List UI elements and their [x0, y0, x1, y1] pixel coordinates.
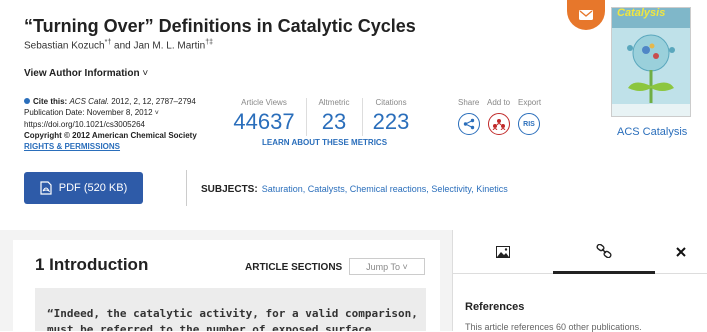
email-alert-button[interactable] — [567, 0, 605, 30]
learn-metrics-link[interactable]: LEARN ABOUT THESE METRICS — [262, 138, 387, 147]
link-icon — [596, 243, 612, 258]
rights-permissions-link[interactable]: RIGHTS & PERMISSIONS — [24, 142, 120, 151]
export-ris-button[interactable]: RIS — [518, 113, 540, 135]
metric-label: Citations — [375, 98, 407, 107]
copyright: Copyright © 2012 American Chemical Socie… — [24, 131, 197, 140]
jump-to-dropdown[interactable]: Jump To ˅ — [349, 258, 425, 275]
pdf-download-button[interactable]: PDF (520 KB) — [24, 172, 143, 204]
citation-block: Cite this: ACS Catal. 2012, 2, 12, 2787–… — [24, 96, 239, 152]
citation-details: 2012, 2, 12, 2787–2794 — [109, 97, 196, 106]
quote-line: must be referred to the number of expose… — [47, 323, 372, 331]
cite-bullet-icon — [24, 98, 30, 104]
share-icon — [463, 118, 475, 130]
email-icon — [579, 10, 593, 20]
subject-link[interactable]: Kinetics — [476, 184, 508, 194]
ris-label: RIS — [523, 120, 535, 128]
metric-divider — [306, 98, 307, 136]
metric-citations[interactable]: Citations 223 — [366, 98, 416, 135]
image-icon — [496, 245, 510, 258]
metric-altmetric[interactable]: Altmetric 23 — [310, 98, 358, 135]
add-to-button[interactable] — [488, 113, 510, 135]
close-panel-button[interactable] — [655, 230, 707, 274]
chevron-down-icon: ˅ — [402, 261, 408, 272]
article-sections-label: ARTICLE SECTIONS — [245, 262, 343, 273]
author-marks: †‡ — [205, 39, 213, 46]
chevron-down-icon: ˅ — [142, 68, 149, 79]
metric-value: 223 — [372, 109, 410, 134]
journal-cover-art-icon — [612, 8, 690, 116]
quote-text: “Indeed, the catalytic activity, for a v… — [47, 306, 418, 331]
subject-link[interactable]: Selectivity — [431, 184, 471, 194]
tab-figures[interactable] — [453, 230, 553, 274]
author-name[interactable]: Sebastian Kozuch — [24, 40, 105, 51]
export-label: Export — [518, 98, 542, 107]
subjects-list: SUBJECTS: Saturation, Catalysts, Chemical… — [201, 184, 508, 195]
view-author-label: View Author Information — [24, 68, 140, 79]
metric-value: 23 — [321, 109, 347, 134]
add-to-library-icon — [492, 119, 506, 130]
subject-link[interactable]: Catalysts — [308, 184, 345, 194]
publication-date[interactable]: Publication Date: November 8, 2012 — [24, 108, 153, 117]
references-title: References — [465, 301, 525, 313]
subjects-divider — [186, 170, 187, 206]
section-heading: 1 Introduction — [35, 255, 149, 274]
view-author-information-toggle[interactable]: View Author Information ˅ — [24, 68, 148, 79]
subject-link[interactable]: Chemical reactions — [350, 184, 427, 194]
author-list: Sebastian Kozuch*† and Jan M. L. Martin†… — [24, 39, 213, 51]
author-name[interactable]: Jan M. L. Martin — [134, 40, 206, 51]
chevron-down-icon: ˅ — [154, 110, 159, 117]
metric-article-views[interactable]: Article Views 44637 — [233, 98, 295, 135]
article-title: “Turning Over” Definitions in Catalytic … — [24, 16, 416, 36]
authors-joiner: and — [111, 40, 134, 52]
metric-divider — [362, 98, 363, 136]
journal-cover-title: Catalysis — [617, 7, 666, 19]
pdf-icon — [40, 181, 52, 195]
cite-label: Cite this: — [33, 97, 68, 106]
metric-label: Article Views — [241, 98, 287, 107]
journal-cover-image[interactable] — [611, 7, 691, 117]
add-to-label: Add to — [487, 98, 511, 107]
subject-link[interactable]: Saturation — [262, 184, 303, 194]
jump-to-label: Jump To — [366, 261, 401, 272]
quote-line: “Indeed, the catalytic activity, for a v… — [47, 307, 418, 320]
journal-link[interactable]: ACS Catalysis — [617, 126, 687, 138]
metric-label: Altmetric — [318, 98, 350, 107]
close-icon — [676, 246, 686, 257]
quote-block: “Indeed, the catalytic activity, for a v… — [35, 288, 426, 331]
journal-abbrev: ACS Catal. — [69, 97, 110, 106]
subjects-label: SUBJECTS: — [201, 184, 258, 195]
pdf-button-label: PDF (520 KB) — [58, 182, 128, 194]
share-label: Share — [458, 98, 480, 107]
share-button[interactable] — [458, 113, 480, 135]
metric-value: 44637 — [233, 109, 295, 134]
tab-references[interactable] — [553, 230, 655, 274]
doi-link[interactable]: https://doi.org/10.1021/cs3005264 — [24, 119, 239, 130]
